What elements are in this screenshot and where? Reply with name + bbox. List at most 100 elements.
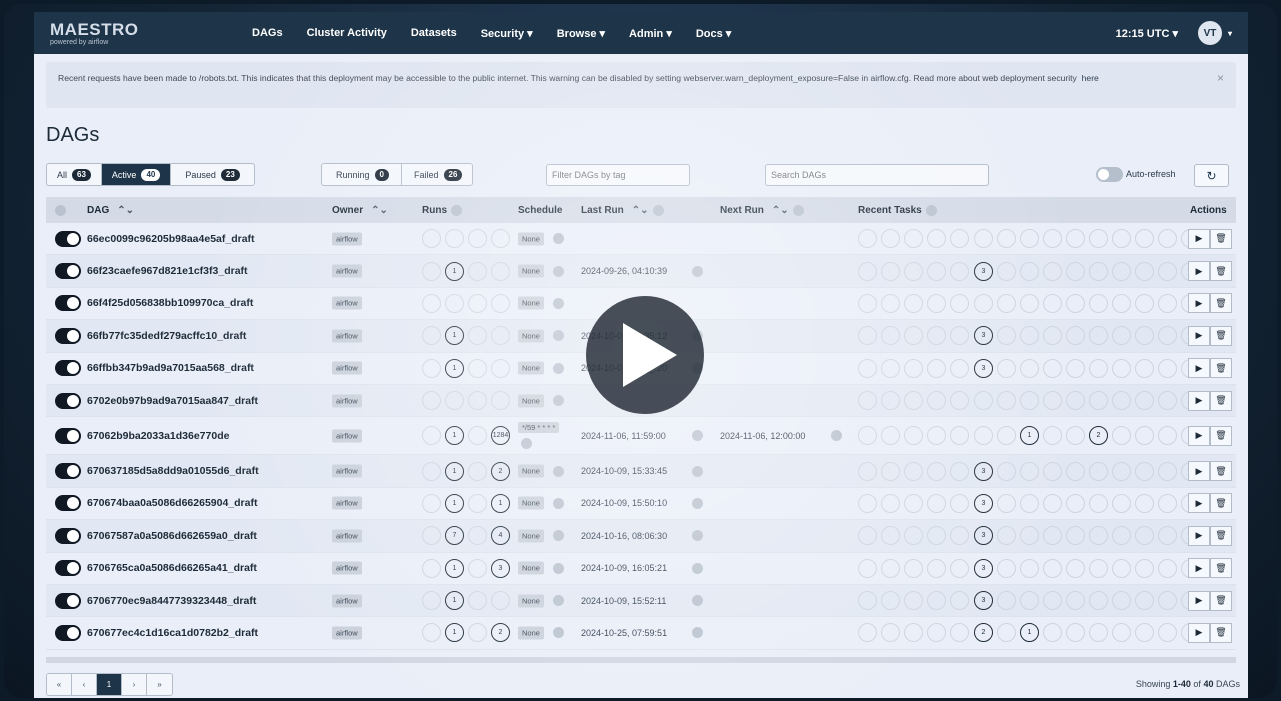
run-status-circle[interactable] <box>422 391 441 411</box>
task-status-circle[interactable] <box>1089 358 1108 378</box>
run-status-circle[interactable] <box>468 326 487 346</box>
nav-cluster-activity[interactable]: Cluster Activity <box>295 27 399 40</box>
task-status-circle[interactable] <box>1158 526 1177 546</box>
task-status-circle[interactable] <box>1135 326 1154 346</box>
task-status-circle[interactable] <box>858 493 877 513</box>
owner-badge[interactable]: airflow <box>332 496 362 510</box>
time-dropdown[interactable]: 12:15 UTC ▾ <box>1116 27 1178 40</box>
task-status-circle[interactable] <box>997 493 1016 513</box>
owner-badge[interactable]: airflow <box>332 296 362 310</box>
info-icon[interactable] <box>553 265 564 277</box>
task-status-circle[interactable] <box>1020 326 1039 346</box>
last-run-date[interactable]: 2024-10-09, 15:52:11 <box>581 596 666 606</box>
page-current[interactable]: 1 <box>97 674 122 695</box>
delete-dag-button[interactable]: 🗑 <box>1210 590 1232 611</box>
nav-datasets[interactable]: Datasets <box>399 27 469 40</box>
dag-id-link[interactable]: 67067587a0a5086d662659a0_draft <box>87 530 257 542</box>
task-status-circle[interactable] <box>1112 493 1131 513</box>
owner-badge[interactable]: airflow <box>332 529 362 543</box>
trigger-dag-button[interactable]: ▶ <box>1188 493 1210 514</box>
task-status-circle[interactable] <box>858 358 877 378</box>
nav-admin[interactable]: Admin ▾ <box>617 27 684 40</box>
run-status-circle[interactable] <box>491 293 510 313</box>
info-icon[interactable] <box>692 595 703 607</box>
task-status-circle[interactable] <box>997 229 1016 249</box>
delete-dag-button[interactable]: 🗑 <box>1210 622 1232 643</box>
task-status-circle[interactable] <box>858 558 877 578</box>
run-status-circle[interactable] <box>491 326 510 346</box>
task-status-circle[interactable] <box>1112 358 1131 378</box>
run-status-circle[interactable] <box>422 358 441 378</box>
task-status-circle[interactable] <box>1112 558 1131 578</box>
owner-badge[interactable]: airflow <box>332 464 362 478</box>
task-status-circle[interactable] <box>1043 591 1062 611</box>
task-status-circle[interactable] <box>1043 623 1062 643</box>
info-icon[interactable] <box>553 330 564 342</box>
task-status-circle[interactable] <box>1112 293 1131 313</box>
task-status-circle[interactable] <box>1066 229 1085 249</box>
task-status-circle[interactable] <box>1089 391 1108 411</box>
tag-filter-input[interactable] <box>546 164 690 186</box>
task-status-circle[interactable] <box>858 526 877 546</box>
task-status-circle[interactable] <box>881 493 900 513</box>
task-status-circle[interactable] <box>927 391 946 411</box>
dag-id-link[interactable]: 6706770ec9a8447739323448_draft <box>87 595 256 607</box>
task-status-circle[interactable] <box>1135 358 1154 378</box>
run-status-circle[interactable] <box>491 591 510 611</box>
task-status-circle[interactable] <box>997 426 1016 446</box>
info-icon[interactable] <box>692 562 703 574</box>
task-status-circle[interactable] <box>927 558 946 578</box>
task-status-circle[interactable] <box>858 326 877 346</box>
info-icon[interactable] <box>553 297 564 309</box>
task-status-circle[interactable] <box>1089 591 1108 611</box>
dag-id-link[interactable]: 66ec0099c96205b98aa4e5af_draft <box>87 233 255 245</box>
task-status-circle[interactable] <box>974 426 993 446</box>
task-status-circle[interactable] <box>1158 293 1177 313</box>
run-status-circle[interactable] <box>422 293 441 313</box>
task-status-circle[interactable] <box>904 229 923 249</box>
owner-badge[interactable]: airflow <box>332 429 362 443</box>
task-status-circle[interactable] <box>950 558 969 578</box>
run-status-circle[interactable] <box>468 558 487 578</box>
page-first[interactable]: « <box>47 674 72 695</box>
task-status-circle[interactable] <box>1158 623 1177 643</box>
task-status-circle[interactable] <box>881 229 900 249</box>
task-status-circle[interactable] <box>1135 493 1154 513</box>
task-status-circle[interactable] <box>1066 623 1085 643</box>
pause-toggle[interactable] <box>55 263 81 280</box>
task-status-circle[interactable] <box>858 229 877 249</box>
task-status-circle[interactable] <box>904 261 923 281</box>
task-status-circle[interactable]: 2 <box>1089 426 1108 446</box>
task-status-circle[interactable] <box>881 358 900 378</box>
task-status-circle[interactable] <box>950 461 969 481</box>
info-icon[interactable] <box>553 562 564 574</box>
task-status-circle[interactable] <box>997 526 1016 546</box>
trigger-dag-button[interactable]: ▶ <box>1188 228 1210 249</box>
run-status-circle[interactable] <box>422 526 441 546</box>
task-status-circle[interactable] <box>1158 326 1177 346</box>
chevron-down-icon[interactable]: ▾ <box>1228 29 1232 38</box>
info-icon[interactable] <box>521 438 532 450</box>
run-status-circle[interactable] <box>468 493 487 513</box>
pause-toggle[interactable] <box>55 427 81 444</box>
nav-security[interactable]: Security ▾ <box>469 27 545 40</box>
task-status-circle[interactable] <box>1020 293 1039 313</box>
task-status-circle[interactable] <box>997 326 1016 346</box>
last-run-date[interactable]: 2024-10-16, 08:06:30 <box>581 531 667 541</box>
task-status-circle[interactable] <box>1089 326 1108 346</box>
task-status-circle[interactable] <box>1043 261 1062 281</box>
task-status-circle[interactable] <box>1158 591 1177 611</box>
task-status-circle[interactable] <box>1089 493 1108 513</box>
task-status-circle[interactable] <box>1112 391 1131 411</box>
run-status-circle[interactable]: 1 <box>445 261 464 281</box>
owner-badge[interactable]: airflow <box>332 264 362 278</box>
pause-toggle[interactable] <box>55 360 81 377</box>
run-status-circle[interactable] <box>468 229 487 249</box>
task-status-circle[interactable] <box>1066 293 1085 313</box>
run-status-circle[interactable]: 1 <box>445 623 464 643</box>
last-run-date[interactable]: 2024-10-25, 07:59:51 <box>581 628 667 638</box>
task-status-circle[interactable] <box>1066 261 1085 281</box>
task-status-circle[interactable] <box>974 293 993 313</box>
task-status-circle[interactable] <box>1112 526 1131 546</box>
run-status-circle[interactable] <box>468 591 487 611</box>
